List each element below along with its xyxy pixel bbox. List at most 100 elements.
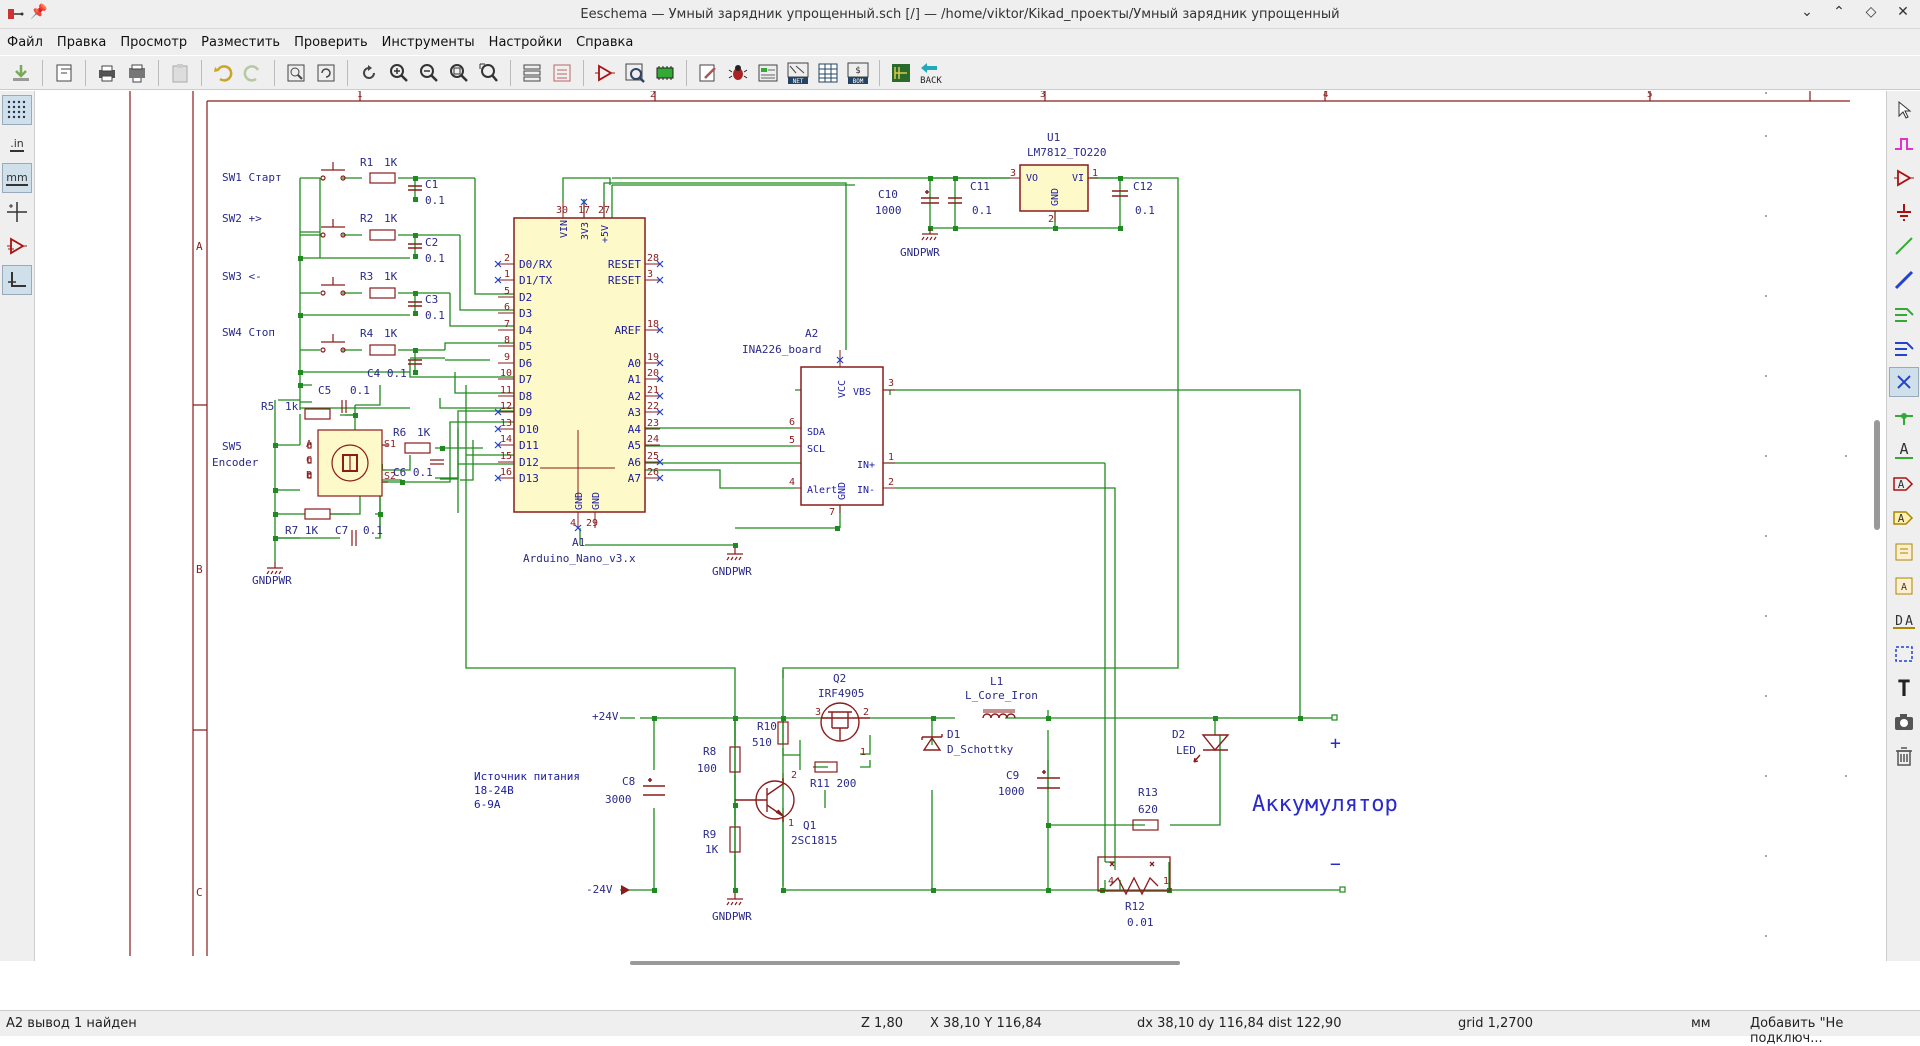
menu-inspect[interactable]: Проверить [287,35,375,50]
annotate-icon[interactable] [694,59,722,87]
menu-preferences[interactable]: Настройки [482,35,569,50]
add-global-label-icon[interactable]: A [1889,469,1919,499]
add-hier-label-icon[interactable]: A [1889,503,1919,533]
toolbar-separator [583,59,584,86]
add-image-icon[interactable] [1889,707,1919,737]
erc-bug-icon[interactable] [724,59,752,87]
add-label-icon[interactable]: A [1889,435,1919,465]
q1-pin1: 1 [788,818,794,829]
plot-icon[interactable] [123,59,151,87]
restore-button[interactable]: ◇ [1862,4,1880,20]
menu-place[interactable]: Разместить [194,35,287,50]
delete-trash-icon[interactable] [1889,741,1919,771]
schematic-svg[interactable]: A B C 1 2 3 4 5 SW1 Старт SW2 +> SW3 <- … [35,91,1885,961]
c12-ref: C12 [1133,180,1153,193]
q2-ref: Q2 [833,672,846,685]
r12-value: 0.01 [1127,916,1154,929]
redo-icon[interactable] [239,59,267,87]
u1-vi: VI [1072,173,1084,184]
inches-units-button[interactable]: .in [2,129,32,159]
pcbnew-icon[interactable] [887,59,915,87]
symbol-browser-icon[interactable] [621,59,649,87]
add-wire-icon[interactable] [1889,231,1919,261]
left-toolbar: .in mm [0,91,35,961]
menu-edit[interactable]: Правка [50,35,113,50]
arduino-left-pin-number: 1 [504,269,510,280]
zoom-selection-icon[interactable] [475,59,503,87]
save-icon[interactable] [7,59,35,87]
add-wire-entry-icon[interactable] [1889,299,1919,329]
assign-footprints-icon[interactable] [754,59,782,87]
minimize-button[interactable]: ⌃ [1830,4,1848,20]
hidden-pins-icon[interactable] [2,231,32,261]
wire-angle-icon[interactable] [2,265,32,295]
add-bus-entry-icon[interactable] [1889,333,1919,363]
paste-icon[interactable] [166,59,194,87]
zoom-fit-icon[interactable] [445,59,473,87]
add-bus-icon[interactable] [1889,265,1919,295]
add-junction-icon[interactable] [1889,401,1919,431]
add-text-icon[interactable]: T [1889,673,1919,703]
c11-value: 0.1 [972,204,992,217]
sw2-label: SW2 +> [222,212,262,225]
hierarchy-navigator-icon[interactable] [518,59,546,87]
ina-gnd-label: GND [837,482,848,500]
chevron-down-icon[interactable]: ⌄ [1798,4,1816,20]
grid-toggle-icon[interactable] [2,95,32,125]
symbol-editor-icon[interactable] [591,59,619,87]
bom-icon[interactable]: $ BOM [844,59,872,87]
main-toolbar: NET $ BOM BACK [0,56,1920,90]
menu-file[interactable]: Файл [0,35,50,50]
netlist-label: NET [793,78,804,85]
ard-vin-label: VIN [559,220,570,238]
enc-pin-a: A [306,439,312,450]
arduino-right-pin-number: 21 [647,385,659,396]
add-graphic-lines-icon[interactable] [1889,639,1919,669]
toolbar-separator [158,59,159,86]
page-settings-icon[interactable] [50,59,78,87]
r4-ref: R4 [360,327,374,340]
zoom-out-icon[interactable] [415,59,443,87]
select-arrow-icon[interactable] [1889,95,1919,125]
find-replace-icon[interactable] [312,59,340,87]
border-col-1: 1 [357,91,362,100]
schematic-canvas[interactable]: A B C 1 2 3 4 5 SW1 Старт SW2 +> SW3 <- … [35,91,1885,961]
toolbar-separator [879,59,880,86]
ina-pin2: 2 [888,477,894,488]
find-icon[interactable] [282,59,310,87]
menu-help[interactable]: Справка [569,35,640,50]
border-col-2: 2 [650,91,655,100]
menu-view[interactable]: Просмотр [113,35,194,50]
pin-icon[interactable]: 📌 [30,4,47,20]
add-power-icon[interactable] [1889,197,1919,227]
no-connect-icon[interactable] [1889,367,1919,397]
undo-icon[interactable] [209,59,237,87]
mm-units-button[interactable]: mm [2,163,32,193]
print-icon[interactable] [93,59,121,87]
add-sheet-icon[interactable] [1889,537,1919,567]
back-annotate-icon[interactable]: BACK [917,59,945,87]
table-icon[interactable] [814,59,842,87]
import-sheet-pin-icon[interactable]: A [1889,571,1919,601]
add-symbol-icon[interactable] [1889,163,1919,193]
leave-sheet-icon[interactable] [548,59,576,87]
ina-value: INA226_board [742,343,821,356]
vertical-scrollbar[interactable] [1874,420,1880,530]
r5-ref: R5 [261,400,274,413]
close-icon[interactable]: ✕ [1894,4,1912,20]
refresh-icon[interactable] [355,59,383,87]
r11-label: R11 200 [810,777,856,790]
c9-ref: C9 [1006,769,1019,782]
arduino-value: Arduino_Nano_v3.x [523,552,636,565]
arduino-right-pin-label: A5 [628,439,641,452]
u1-value: LM7812_TO220 [1027,146,1106,159]
horizontal-scroll-thumb[interactable] [630,961,1180,965]
footprint-editor-icon[interactable] [651,59,679,87]
zoom-in-icon[interactable] [385,59,413,87]
netlist-icon[interactable]: NET [784,59,812,87]
highlight-net-icon[interactable] [1889,129,1919,159]
fullscreen-cursor-icon[interactable] [2,197,32,227]
horizontal-scrollbar[interactable] [35,959,1885,967]
add-sheet-pin-icon[interactable]: DA [1889,605,1919,635]
menu-tools[interactable]: Инструменты [375,35,482,50]
